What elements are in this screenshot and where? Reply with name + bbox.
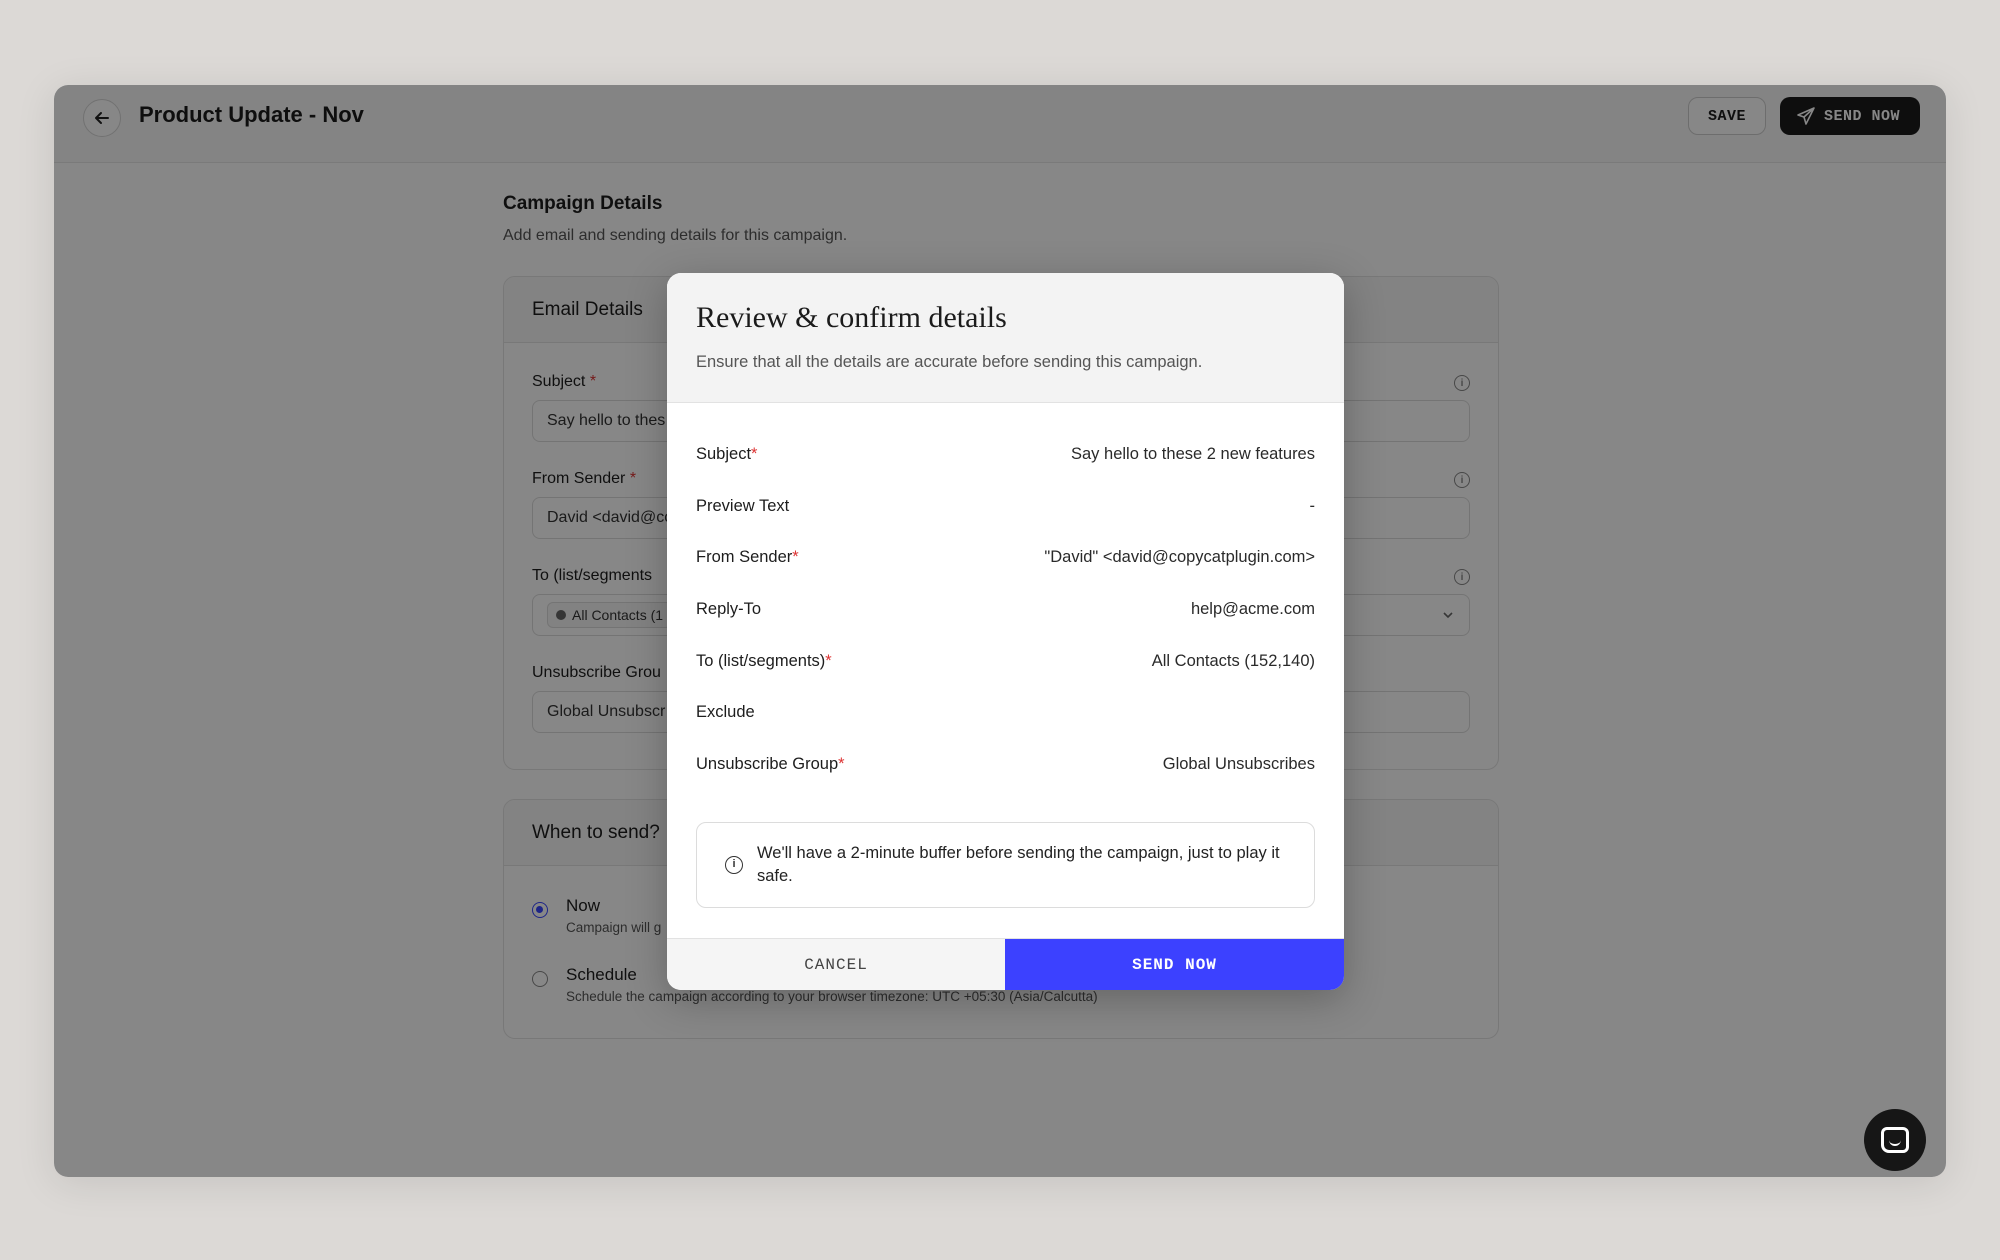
modal-footer: CANCEL SEND NOW xyxy=(667,938,1344,990)
cancel-button[interactable]: CANCEL xyxy=(667,939,1005,990)
buffer-notice: i We'll have a 2-minute buffer before se… xyxy=(696,821,1315,908)
modal-title: Review & confirm details xyxy=(696,301,1007,334)
detail-row-reply-to: Reply-To help@acme.com xyxy=(696,600,1315,652)
buffer-notice-text: We'll have a 2-minute buffer before send… xyxy=(757,843,1280,885)
detail-row-subject: Subject* Say hello to these 2 new featur… xyxy=(696,445,1315,463)
row-value: - xyxy=(1309,496,1316,515)
row-label: To (list/segments) xyxy=(696,651,826,670)
modal-header: Review & confirm details Ensure that all… xyxy=(667,273,1344,403)
confirm-send-button[interactable]: SEND NOW xyxy=(1005,939,1344,990)
detail-row-to: To (list/segments)* All Contacts (152,14… xyxy=(696,651,1315,670)
row-value: Global Unsubscribes xyxy=(1162,755,1315,774)
row-value: All Contacts (152,140) xyxy=(1151,651,1315,670)
details-list: Subject* Say hello to these 2 new featur… xyxy=(667,403,1344,807)
row-label: Unsubscribe Group xyxy=(696,755,839,774)
detail-row-exclude: Exclude xyxy=(696,703,1315,755)
row-label: Exclude xyxy=(696,703,755,722)
row-label: Preview Text xyxy=(696,496,790,515)
row-value: "David" <david@copycatplugin.com> xyxy=(1044,548,1315,567)
chat-button[interactable] xyxy=(1864,1109,1926,1171)
review-modal: Review & confirm details Ensure that all… xyxy=(667,273,1344,990)
detail-row-from-sender: From Sender* "David" <david@copycatplugi… xyxy=(696,548,1315,567)
detail-row-unsubscribe-group: Unsubscribe Group* Global Unsubscribes xyxy=(696,755,1315,774)
row-value: Say hello to these 2 new features xyxy=(1071,445,1315,463)
info-icon: i xyxy=(725,855,743,874)
row-label: From Sender xyxy=(696,548,793,567)
row-value: help@acme.com xyxy=(1190,600,1315,619)
detail-row-preview-text: Preview Text - xyxy=(696,497,1315,549)
row-label: Reply-To xyxy=(696,600,762,619)
modal-subtitle: Ensure that all the details are accurate… xyxy=(696,353,1203,371)
chat-icon xyxy=(1881,1127,1909,1153)
row-label: Subject xyxy=(696,445,752,463)
